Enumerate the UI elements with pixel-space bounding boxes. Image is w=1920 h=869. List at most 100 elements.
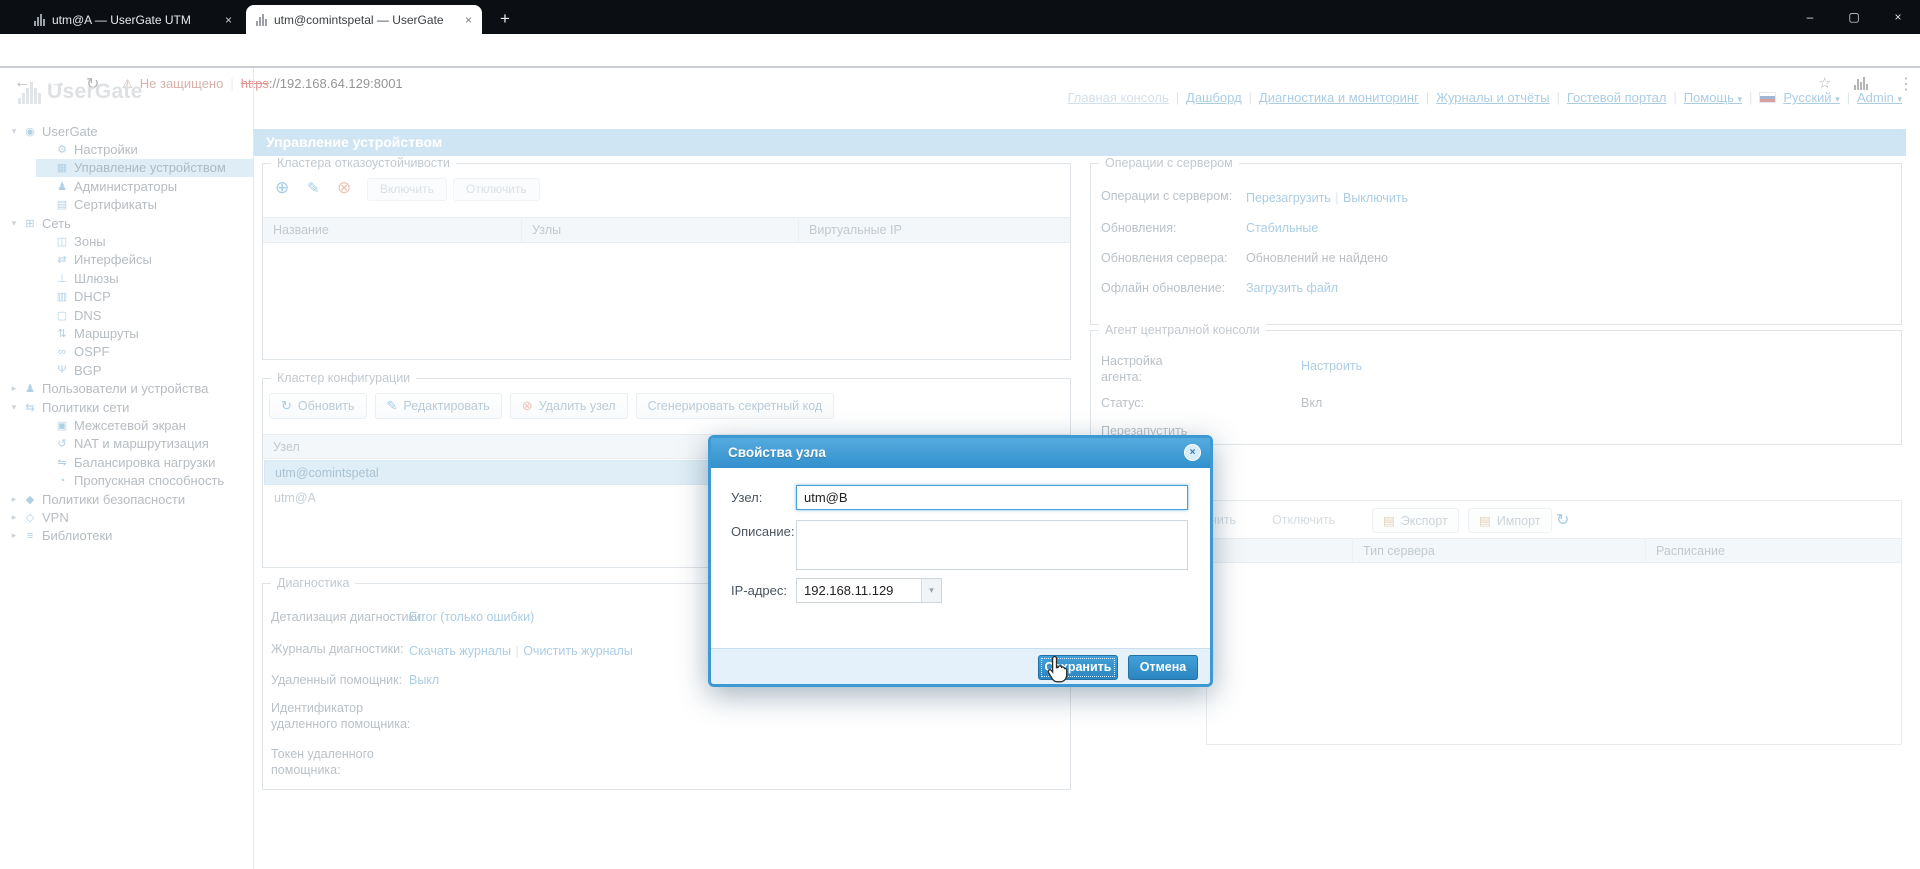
nav-logs-reports[interactable]: Журналы и отчёты bbox=[1436, 90, 1549, 105]
sidebar-item-nat-routing[interactable]: ↺ NAT и маршрутизация bbox=[0, 435, 253, 453]
column-header-hidden[interactable] bbox=[1207, 539, 1353, 562]
nav-main-console[interactable]: Главная консоль bbox=[1067, 90, 1168, 105]
diag-detail-link[interactable]: Error (только ошибки) bbox=[409, 610, 534, 624]
agent-setup-label: Настройка агента: bbox=[1101, 354, 1163, 384]
browser-tab-2-active[interactable]: utm@comintspetal — UserGate U × bbox=[246, 5, 482, 34]
collapse-arrow-icon[interactable]: ▸ bbox=[8, 383, 20, 394]
section-legend: Операции с сервером bbox=[1099, 156, 1239, 170]
failover-clusters-section: Кластера отказоустойчивости ⊕ ✎ ⊗ Включи… bbox=[262, 156, 1071, 360]
cancel-button[interactable]: Отмена bbox=[1128, 655, 1198, 680]
sidebar-item-gateways[interactable]: ⊥ Шлюзы bbox=[0, 269, 253, 287]
routes-icon: ⇅ bbox=[57, 327, 67, 340]
sidebar-item-network[interactable]: ▾ ⊞ Сеть bbox=[0, 214, 253, 232]
edit-node-button[interactable]: ✎ Редактировать bbox=[374, 393, 502, 419]
sidebar-item-settings[interactable]: ⚙ Настройки bbox=[0, 140, 253, 158]
delete-node-button[interactable]: ⊗ Удалить узел bbox=[509, 393, 628, 419]
window-maximize-button[interactable]: ▢ bbox=[1832, 0, 1876, 34]
new-tab-button[interactable]: + bbox=[494, 8, 516, 30]
expand-arrow-icon[interactable]: ▾ bbox=[8, 402, 20, 413]
sidebar-item-routes[interactable]: ⇅ Маршруты bbox=[0, 324, 253, 342]
reboot-link[interactable]: Перезагрузить bbox=[1246, 191, 1331, 205]
ip-address-select[interactable]: 192.168.11.129 ▾ bbox=[796, 578, 942, 603]
description-textarea[interactable] bbox=[796, 520, 1188, 570]
add-icon[interactable]: ⊕ bbox=[275, 178, 289, 198]
column-header-server-type[interactable]: Тип сервера bbox=[1353, 539, 1646, 562]
sidebar-item-libraries[interactable]: ▸ ≡ Библиотеки bbox=[0, 527, 253, 545]
collapse-arrow-icon[interactable]: ▸ bbox=[8, 530, 20, 541]
sidebar-item-bandwidth[interactable]: ◔ Пропускная способность bbox=[0, 471, 253, 489]
section-legend: Диагностика bbox=[271, 576, 356, 590]
clear-logs-link[interactable]: Очистить журналы bbox=[523, 644, 633, 658]
sidebar-item-bgp[interactable]: Ψ BGP bbox=[0, 361, 253, 379]
sidebar-item-network-policies[interactable]: ▾ ⇆ Политики сети bbox=[0, 398, 253, 416]
divider: | bbox=[230, 76, 234, 91]
nav-dashboard[interactable]: Дашборд bbox=[1186, 90, 1242, 105]
sidebar-item-administrators[interactable]: ♟ Администраторы bbox=[0, 177, 253, 195]
admin-user-menu[interactable]: Admin ▾ bbox=[1857, 90, 1902, 105]
zones-icon: ◫ bbox=[56, 236, 68, 249]
servers-disable-button[interactable]: Отключить bbox=[1272, 513, 1335, 527]
refresh-icon[interactable]: ↻ bbox=[1556, 510, 1569, 530]
sidebar-item-device-management[interactable]: ▦ Управление устройством bbox=[0, 158, 253, 178]
divider: | bbox=[1556, 90, 1560, 105]
expand-arrow-icon[interactable]: ▾ bbox=[8, 126, 20, 137]
node-name-input[interactable] bbox=[796, 485, 1188, 510]
sidebar-item-firewall[interactable]: ▣ Межсетевой экран bbox=[0, 416, 253, 434]
window-close-button[interactable]: × bbox=[1876, 0, 1920, 34]
updates-channel-link[interactable]: Стабильные bbox=[1246, 221, 1318, 235]
sidebar-item-ospf[interactable]: ∞ OSPF bbox=[0, 343, 253, 361]
url-field[interactable]: ⚠ Не защищено | https://192.168.64.129:8… bbox=[122, 76, 403, 91]
delete-icon[interactable]: ⊗ bbox=[337, 178, 351, 198]
sidebar-item-interfaces[interactable]: ⇄ Интерфейсы bbox=[0, 251, 253, 269]
download-logs-link[interactable]: Скачать журналы bbox=[409, 644, 511, 658]
generate-secret-button[interactable]: Сгенерировать секретный код bbox=[635, 393, 835, 419]
sidebar-item-vpn[interactable]: ▸ ◇ VPN bbox=[0, 508, 253, 526]
sidebar-item-certificates[interactable]: ▤ Сертификаты bbox=[0, 196, 253, 214]
usergate-favicon bbox=[34, 13, 45, 26]
column-header-schedule[interactable]: Расписание bbox=[1646, 539, 1901, 562]
close-icon[interactable]: × bbox=[1184, 444, 1201, 461]
wave-icon bbox=[1854, 77, 1868, 90]
column-header-virtual-ip[interactable]: Виртуальные IP bbox=[799, 218, 1070, 242]
offline-update-label: Офлайн обновление: bbox=[1101, 281, 1226, 295]
disable-button[interactable]: Отключить bbox=[453, 178, 540, 201]
language-menu[interactable]: Русский ▾ bbox=[1783, 90, 1839, 105]
table-header-row: Название Узлы Виртуальные IP bbox=[263, 217, 1070, 243]
tab-close-icon[interactable]: × bbox=[465, 13, 472, 27]
sidebar-item-security-policies[interactable]: ▸ ◆ Политики безопасности bbox=[0, 490, 253, 508]
sidebar-item-usergate[interactable]: ▾ ◉ UserGate bbox=[0, 122, 253, 140]
export-button[interactable]: ▤ Экспорт bbox=[1372, 508, 1459, 533]
url-scheme: https bbox=[240, 76, 269, 91]
vpn-icon: ◇ bbox=[25, 511, 35, 524]
refresh-button[interactable]: ↻ Обновить bbox=[269, 393, 367, 419]
browser-tab-1[interactable]: utm@A — UserGate UTM × bbox=[24, 5, 242, 34]
remote-assistant-link[interactable]: Выкл bbox=[409, 673, 439, 687]
collapse-arrow-icon[interactable]: ▸ bbox=[8, 494, 20, 505]
edit-pencil-icon[interactable]: ✎ bbox=[307, 179, 320, 197]
enable-button[interactable]: Включить bbox=[367, 178, 447, 201]
nav-guest-portal[interactable]: Гостевой портал bbox=[1567, 90, 1667, 105]
sidebar-item-users-devices[interactable]: ▸ ♟ Пользователи и устройства bbox=[0, 379, 253, 397]
nav-diagnostics[interactable]: Диагностика и мониторинг bbox=[1259, 90, 1419, 105]
tab-close-icon[interactable]: × bbox=[225, 13, 232, 27]
column-header-nodes[interactable]: Узлы bbox=[522, 218, 799, 242]
sidebar-tree: ▾ ◉ UserGate ⚙ Настройки ▦ Управление устрой… bbox=[0, 122, 253, 545]
server-ops-label: Операции с сервером: bbox=[1101, 189, 1233, 203]
agent-configure-link[interactable]: Настроить bbox=[1301, 359, 1362, 373]
bgp-icon: Ψ bbox=[57, 364, 67, 377]
chevron-down-icon[interactable]: ▾ bbox=[921, 579, 941, 602]
sidebar-item-load-balancing[interactable]: ⇋ Балансировка нагрузки bbox=[0, 453, 253, 471]
updates-label: Обновления: bbox=[1101, 221, 1177, 235]
collapse-arrow-icon[interactable]: ▸ bbox=[8, 512, 20, 523]
dialog-footer: Сохранить Отмена bbox=[711, 648, 1210, 684]
sidebar-item-dhcp[interactable]: ▥ DHCP bbox=[0, 288, 253, 306]
expand-arrow-icon[interactable]: ▾ bbox=[8, 218, 20, 229]
sidebar-item-dns[interactable]: ▢ DNS bbox=[0, 306, 253, 324]
sidebar-item-zones[interactable]: ◫ Зоны bbox=[0, 232, 253, 250]
import-button[interactable]: ▤ Импорт bbox=[1468, 508, 1552, 533]
window-minimize-button[interactable]: – bbox=[1788, 0, 1832, 34]
help-menu[interactable]: Помощь ▾ bbox=[1684, 90, 1742, 105]
upload-file-link[interactable]: Загрузить файл bbox=[1246, 281, 1338, 295]
shutdown-link[interactable]: Выключить bbox=[1343, 191, 1408, 205]
column-header-name[interactable]: Название bbox=[263, 218, 522, 242]
